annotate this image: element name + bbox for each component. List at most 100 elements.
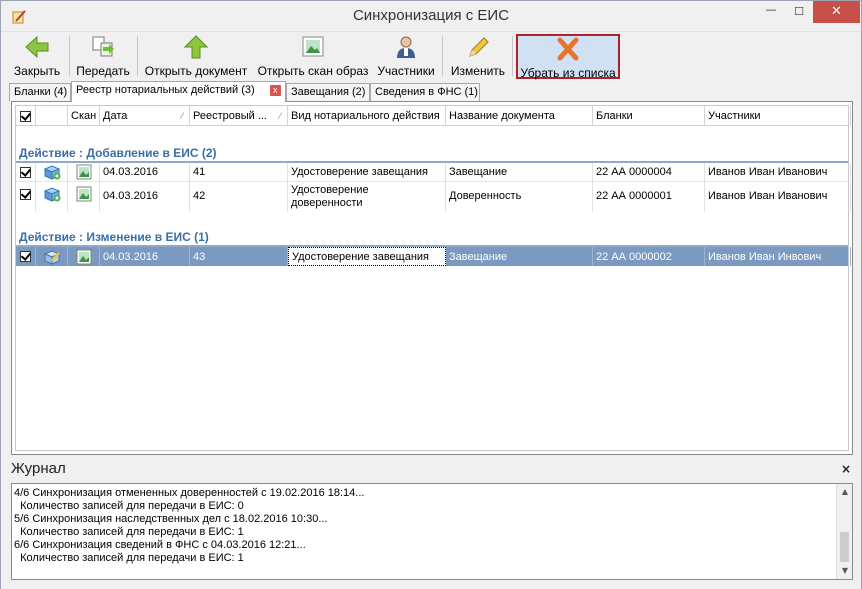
header-registry-label: Реестровый ... (193, 110, 267, 122)
transfer-icon (92, 36, 114, 57)
scan-image-icon[interactable] (76, 186, 92, 202)
grid-inner: Скан Дата ⁄ Реестровый ... ⁄ Вид нотариаль… (15, 105, 851, 451)
toolbar-separator (512, 36, 513, 76)
header-blanks[interactable]: Бланки (593, 106, 705, 126)
tab-notarial-register[interactable]: Реестр нотариальных действий (3) x (71, 81, 286, 102)
sort-icon: ⁄ (181, 111, 183, 121)
tab-close-icon[interactable]: x (269, 85, 281, 96)
header-participants[interactable]: Участники (705, 106, 851, 126)
header-registry[interactable]: Реестровый ... ⁄ (190, 106, 288, 126)
participants-button[interactable]: Участники (375, 34, 437, 78)
journal-log[interactable]: 4/6 Синхронизация отмененных доверенност… (11, 483, 853, 580)
journal-text: 4/6 Синхронизация отмененных доверенност… (14, 487, 364, 565)
row-checkbox[interactable] (20, 166, 31, 178)
journal-title: Журнал (11, 460, 66, 477)
document-cell: Завещание (446, 163, 593, 181)
table-row[interactable]: 04.03.2016 42 Удостоверение доверенности… (16, 182, 851, 212)
group-title[interactable]: Действие : Изменение в ЕИС (1) (19, 230, 209, 244)
group-title[interactable]: Действие : Добавление в ЕИС (2) (19, 146, 217, 160)
header-date-label: Дата (103, 110, 128, 122)
row-checkbox[interactable] (20, 251, 31, 262)
action-cell-focused[interactable]: Удостоверение завещания (288, 247, 446, 266)
scroll-thumb[interactable] (840, 532, 849, 562)
journal-close-icon[interactable]: × (841, 462, 851, 476)
blank-cell: 22 АА 0000001 (593, 182, 705, 212)
table-row-selected[interactable]: 04.03.2016 43 Удостоверение завещания За… (16, 247, 851, 266)
participants-cell: Иванов Иван Инвович (705, 247, 851, 266)
main-window: Синхронизация с ЕИС — ☐ ✕ Закрыть Переда… (0, 0, 862, 589)
scan-cell[interactable] (68, 182, 100, 212)
log-line: 6/6 Синхронизация сведений в ФНС с 04.03… (14, 539, 306, 551)
title-bar: Синхронизация с ЕИС — ☐ ✕ (1, 1, 861, 32)
toolbar-separator (69, 36, 70, 76)
registry-cell: 43 (190, 247, 288, 266)
row-checkbox-cell[interactable] (16, 247, 36, 266)
status-cell (36, 247, 68, 266)
participants-button-label: Участники (377, 64, 435, 78)
tab-wills[interactable]: Завещания (2) (286, 83, 370, 101)
tab-strip: Бланки (4) Реестр нотариальных действий … (9, 81, 855, 102)
log-line: 5/6 Синхронизация наследственных дел с 1… (14, 513, 328, 525)
package-add-icon (43, 187, 61, 202)
journal-scrollbar[interactable]: ▲ ▼ (836, 484, 852, 579)
header-status[interactable] (36, 106, 68, 126)
transfer-button-label: Передать (76, 64, 130, 78)
remove-from-list-button[interactable]: Убрать из списка (516, 34, 620, 80)
registry-cell: 42 (190, 182, 288, 212)
tab-notarial-register-label: Реестр нотариальных действий (3) (76, 84, 255, 96)
grid-header: Скан Дата ⁄ Реестровый ... ⁄ Вид нотариаль… (16, 106, 851, 126)
document-cell: Завещание (446, 247, 593, 266)
table-row[interactable]: 04.03.2016 41 Удостоверение завещания За… (16, 163, 851, 181)
toolbar-separator (137, 36, 138, 76)
header-date[interactable]: Дата ⁄ (100, 106, 190, 126)
arrow-up-icon (183, 35, 209, 59)
action-cell: Удостоверение завещания (288, 163, 446, 181)
scan-cell[interactable] (68, 163, 100, 181)
person-icon (397, 36, 415, 58)
action-cell: Удостоверение доверенности (288, 182, 446, 212)
transfer-button[interactable]: Передать (73, 34, 133, 78)
status-bar (1, 582, 861, 589)
journal-header: Журнал × (9, 460, 855, 480)
scan-image-icon[interactable] (76, 249, 92, 265)
log-line: Количество записей для передачи в ЕИС: 1 (14, 526, 244, 538)
red-x-icon (557, 37, 579, 61)
close-button[interactable]: Закрыть (9, 34, 65, 78)
minimize-button[interactable]: — (757, 1, 785, 23)
scan-image-icon[interactable] (76, 164, 92, 180)
open-scan-button[interactable]: Открыть скан образ (255, 34, 371, 78)
package-edit-icon (43, 249, 60, 265)
header-action-type[interactable]: Вид нотариального действия (288, 106, 446, 126)
remove-from-list-button-label: Убрать из списка (520, 66, 616, 80)
scroll-up-icon[interactable]: ▲ (837, 484, 852, 500)
select-all-checkbox[interactable] (20, 110, 31, 122)
status-cell (36, 163, 68, 181)
blank-cell: 22 АА 0000004 (593, 163, 705, 181)
tab-blanks[interactable]: Бланки (4) (9, 83, 71, 101)
scroll-down-icon[interactable]: ▼ (837, 563, 852, 579)
row-checkbox[interactable] (20, 188, 31, 200)
header-document-name[interactable]: Название документа (446, 106, 593, 126)
row-checkbox-cell[interactable] (16, 182, 36, 212)
toolbar-separator (442, 36, 443, 76)
package-add-icon (43, 165, 60, 180)
participants-cell: Иванов Иван Иванович (705, 182, 851, 212)
open-scan-button-label: Открыть скан образ (257, 64, 369, 78)
row-checkbox-cell[interactable] (16, 163, 36, 181)
registry-cell: 41 (190, 163, 288, 181)
close-window-button[interactable]: ✕ (813, 1, 860, 23)
sort-icon: ⁄ (279, 111, 281, 121)
header-scan[interactable]: Скан (68, 106, 100, 126)
maximize-button[interactable]: ☐ (785, 1, 813, 23)
date-cell: 04.03.2016 (100, 182, 190, 212)
log-line: Количество записей для передачи в ЕИС: 0 (14, 500, 244, 512)
edit-button[interactable]: Изменить (447, 34, 509, 78)
open-document-button[interactable]: Открыть документ (141, 34, 251, 78)
blank-cell: 22 АА 0000002 (593, 247, 705, 266)
date-cell: 04.03.2016 (100, 163, 190, 181)
pencil-icon (469, 37, 489, 57)
log-line: Количество записей для передачи в ЕИС: 1 (14, 552, 244, 564)
tab-fns[interactable]: Сведения в ФНС (1) (370, 83, 480, 101)
scan-cell[interactable] (68, 247, 100, 266)
header-select-all[interactable] (16, 106, 36, 126)
